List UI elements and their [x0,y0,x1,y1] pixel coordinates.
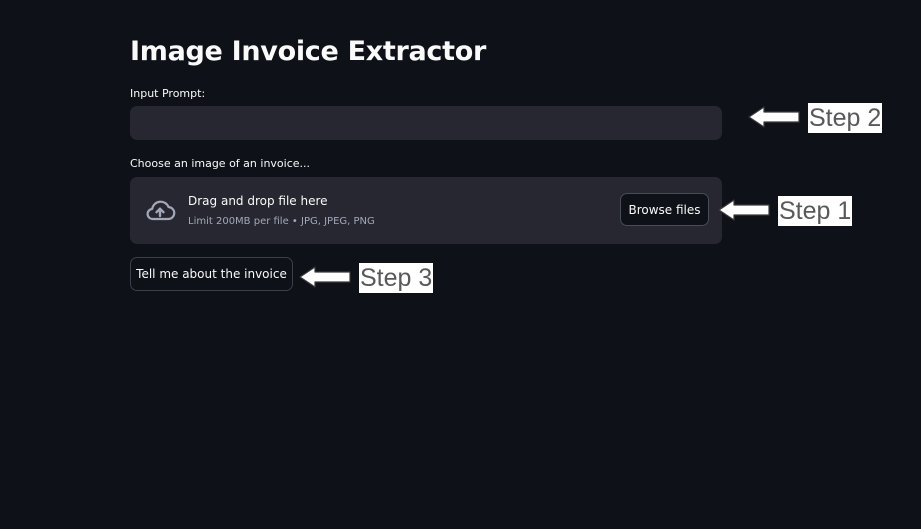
dropzone-file-limits: Limit 200MB per file • JPG, JPEG, PNG [188,216,375,227]
step-1-annotation: Step 1 [778,196,853,226]
step-3-annotation: Step 3 [359,263,434,293]
prompt-label: Input Prompt: [130,87,206,100]
prompt-input[interactable] [130,106,722,140]
uploader-label: Choose an image of an invoice... [130,157,311,170]
step-2-annotation: Step 2 [808,103,883,133]
file-dropzone[interactable]: Drag and drop file here Limit 200MB per … [130,177,722,244]
left-arrow-icon [718,199,770,221]
tell-me-about-invoice-button[interactable]: Tell me about the invoice [130,257,293,291]
app-page: Image Invoice Extractor Input Prompt: Ch… [0,0,921,529]
dropzone-instructions: Drag and drop file here [188,194,328,208]
page-title: Image Invoice Extractor [130,36,487,67]
left-arrow-icon [748,106,800,128]
cloud-upload-icon [146,200,176,221]
browse-files-button[interactable]: Browse files [620,193,709,226]
left-arrow-icon [299,266,351,288]
